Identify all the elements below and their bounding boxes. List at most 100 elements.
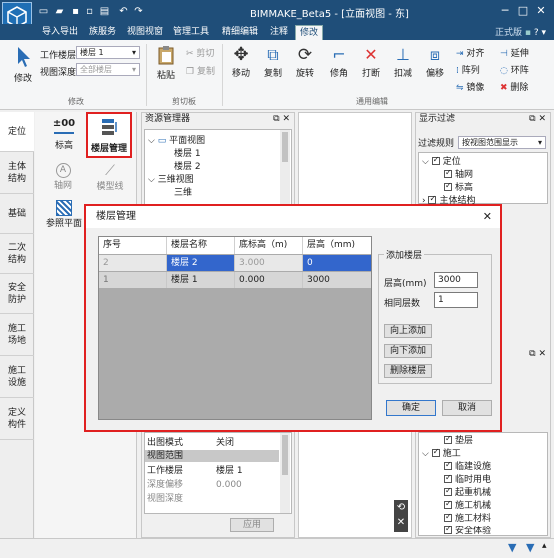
floor-table: 序号 楼层名称 底标高（m) 层高（mm) 2 楼层 2 3.000 0 1 楼… bbox=[98, 236, 372, 420]
tab-main-structure[interactable]: 主体 结构 bbox=[0, 152, 34, 194]
extend-button[interactable]: ⊣ 延伸 bbox=[500, 46, 529, 59]
version-badge: 正式版 ▪ ? ▾ bbox=[494, 28, 546, 38]
break-button[interactable]: ✕ 打断 bbox=[358, 44, 384, 79]
copy-small-button[interactable]: ❐ 复制 bbox=[186, 64, 215, 77]
tab-family-service[interactable]: 族服务 bbox=[89, 25, 116, 40]
floor-management-button[interactable]: 楼层管理 bbox=[86, 112, 132, 158]
tab-manage-tools[interactable]: 管理工具 bbox=[173, 25, 209, 40]
dialog-close-icon[interactable]: ✕ bbox=[483, 210, 492, 223]
tab-foundation[interactable]: 基础 bbox=[0, 194, 34, 234]
panel-pin-close-icon[interactable]: ⧉ ✕ bbox=[273, 113, 290, 126]
maximize-icon[interactable]: □ bbox=[516, 4, 530, 18]
filter-node-elevation[interactable]: 标高 bbox=[444, 180, 473, 194]
array-button[interactable]: ⁞ 阵列 bbox=[456, 63, 480, 76]
copy-objects-icon: ⧉ bbox=[267, 45, 279, 64]
filter-node-safety-exp[interactable]: 安全体验 bbox=[444, 526, 491, 534]
offset-button[interactable]: ⧈ 偏移 bbox=[422, 44, 448, 79]
tree-node-level-2[interactable]: 楼层 2 bbox=[174, 162, 201, 173]
open-folder-icon[interactable]: ▰ bbox=[54, 6, 65, 17]
filter-node-cushion[interactable]: 垫层 bbox=[444, 433, 473, 447]
cell-name[interactable]: 楼层 1 bbox=[167, 272, 235, 288]
copy-button[interactable]: ⧉ 复制 bbox=[260, 44, 286, 79]
move-button[interactable]: ✥ 移动 bbox=[228, 44, 254, 79]
view-depth-select[interactable]: 全部楼层 ▾ bbox=[76, 63, 140, 76]
cut-button[interactable]: ✂ 剪切 bbox=[186, 46, 214, 59]
ribbon-collapse-icon[interactable]: ▾ bbox=[541, 28, 546, 38]
close-icon[interactable]: ✕ bbox=[534, 4, 548, 18]
tab-locate[interactable]: 定位 bbox=[0, 112, 34, 152]
same-count-input[interactable]: 1 bbox=[434, 292, 478, 308]
tab-custom-component[interactable]: 定义 构件 bbox=[0, 398, 34, 440]
tab-construction-facility[interactable]: 施工 设施 bbox=[0, 356, 34, 398]
copy-icon: ❐ bbox=[186, 67, 195, 77]
save-as-icon[interactable]: ▫ bbox=[84, 6, 95, 17]
filter-funnel-active-icon[interactable]: ▼ bbox=[526, 541, 534, 554]
undo-icon[interactable]: ↶ bbox=[118, 6, 129, 17]
tree-node-plan-view[interactable]: ⌵ ▭ 平面视图 bbox=[148, 136, 205, 147]
cell-height[interactable]: 0 bbox=[303, 255, 371, 271]
work-level-select[interactable]: 楼层 1 ▾ bbox=[76, 46, 140, 59]
delete-button[interactable]: ✖ 删除 bbox=[500, 80, 528, 93]
prop-value[interactable]: 0.000 bbox=[216, 480, 242, 491]
tree-node-3d-view[interactable]: ⌵ 三维视图 bbox=[148, 175, 194, 186]
tab-secondary-structure[interactable]: 二次 结构 bbox=[0, 234, 34, 274]
align-button[interactable]: ⇥ 对齐 bbox=[456, 46, 484, 59]
ring-icon: ◌ bbox=[500, 66, 508, 76]
paste-button[interactable]: 粘贴 bbox=[152, 45, 180, 81]
col-header-height: 层高（mm) bbox=[303, 237, 371, 254]
prop-key: 工作楼层 bbox=[147, 466, 184, 476]
help-icon[interactable]: ? bbox=[534, 28, 539, 38]
tab-modify[interactable]: 修改 bbox=[295, 25, 324, 40]
reference-plane-button[interactable]: 参照平面 bbox=[42, 200, 86, 229]
trim-button[interactable]: ⌐ 修角 bbox=[326, 44, 352, 79]
props-scrollbar[interactable] bbox=[280, 433, 290, 513]
add-above-button[interactable]: 向上添加 bbox=[384, 324, 432, 338]
filter-node-construction[interactable]: ⌵ 施工 bbox=[422, 446, 461, 460]
scissors-icon: ✂ bbox=[186, 49, 194, 59]
status-more-icon[interactable]: ▴ bbox=[542, 541, 547, 551]
view-control-icon[interactable]: ⟲ ✕ bbox=[394, 500, 408, 532]
tab-import-export[interactable]: 导入导出 bbox=[42, 25, 78, 40]
axis-grid-button[interactable]: A 轴网 bbox=[50, 163, 76, 191]
elevation-button[interactable]: ±00 标高 bbox=[48, 118, 80, 151]
mirror-button[interactable]: ⇋ 镜像 bbox=[456, 80, 484, 93]
save-icon[interactable]: ▪ bbox=[70, 6, 81, 17]
add-below-button[interactable]: 向下添加 bbox=[384, 344, 432, 358]
ring-array-button[interactable]: ◌ 环阵 bbox=[500, 63, 529, 76]
filter-node-locate[interactable]: ⌵ 定位 bbox=[422, 154, 461, 168]
filter-rule-label: 过滤规则 bbox=[418, 139, 455, 149]
rotate-button[interactable]: ⟳ 旋转 bbox=[292, 44, 318, 79]
prop-value[interactable]: 楼层 1 bbox=[216, 466, 243, 477]
split-button[interactable]: ⊥ 扣减 bbox=[390, 44, 416, 79]
minimize-icon[interactable]: ─ bbox=[498, 4, 512, 18]
print-icon[interactable]: ▤ bbox=[99, 6, 110, 17]
delete-floor-button[interactable]: 删除楼层 bbox=[384, 364, 432, 378]
prop-value[interactable]: 关闭 bbox=[216, 438, 234, 449]
ok-button[interactable]: 确定 bbox=[386, 400, 436, 416]
model-line-button[interactable]: ⟋ 模型线 bbox=[92, 163, 128, 192]
apply-button[interactable]: 应用 bbox=[230, 518, 274, 532]
tab-view-window[interactable]: 视图视窗 bbox=[127, 25, 163, 40]
tree-node-level-1[interactable]: 楼层 1 bbox=[174, 149, 201, 160]
reference-plane-icon bbox=[56, 200, 72, 216]
tree-node-3d[interactable]: 三维 bbox=[174, 188, 192, 199]
filter-rule-select[interactable]: 按视图范围显示 ▾ bbox=[458, 136, 546, 149]
filter-node-materials[interactable]: 施工材料 bbox=[444, 511, 491, 525]
panel-pin-close-icon[interactable]: ⧉ ✕ bbox=[529, 348, 546, 361]
modify-button[interactable]: 修改 bbox=[8, 46, 38, 84]
cancel-button[interactable]: 取消 bbox=[442, 400, 492, 416]
floor-height-input[interactable]: 3000 bbox=[434, 272, 478, 288]
tab-construction-site[interactable]: 施工 场地 bbox=[0, 314, 34, 356]
filter-funnel-icon[interactable]: ▼ bbox=[508, 541, 516, 554]
tab-fine-edit[interactable]: 精细编辑 bbox=[222, 25, 258, 40]
tab-annotate[interactable]: 注释 bbox=[270, 25, 288, 40]
panel-pin-close-icon[interactable]: ⧉ ✕ bbox=[529, 113, 546, 126]
window-title: BIMMAKE_Beta5 - [立面视图 - 东] bbox=[250, 9, 409, 20]
cell-height[interactable]: 3000 bbox=[303, 272, 371, 288]
cell-no: 1 bbox=[99, 272, 167, 288]
cell-name[interactable]: 楼层 2 bbox=[167, 255, 235, 271]
tab-safety[interactable]: 安全 防护 bbox=[0, 274, 34, 314]
tree-scrollbar[interactable] bbox=[280, 130, 290, 206]
redo-icon[interactable]: ↷ bbox=[133, 6, 144, 17]
new-file-icon[interactable]: ▭ bbox=[38, 6, 49, 17]
